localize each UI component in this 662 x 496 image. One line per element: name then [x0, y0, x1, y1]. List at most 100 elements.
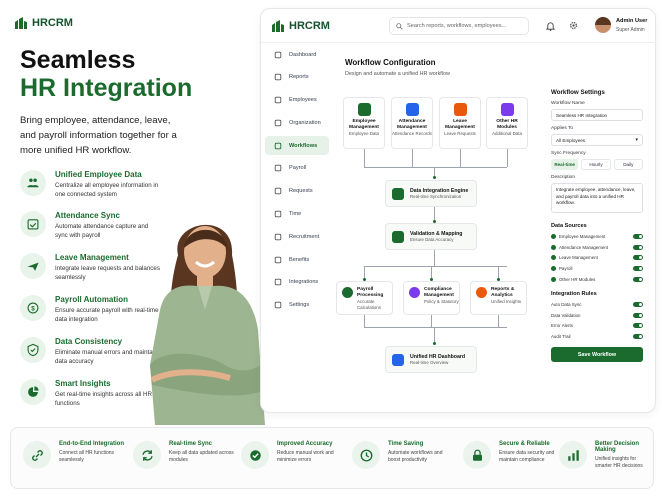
- user-name: Admin User: [616, 18, 648, 24]
- source-title: Attendance Management: [397, 119, 427, 130]
- output-card[interactable]: Compliance Management Policy & Statutory: [403, 281, 460, 315]
- feature-item: Data Consistency Eliminate manual errors …: [20, 337, 160, 366]
- toggle-switch[interactable]: [633, 312, 643, 318]
- shield-icon: [27, 343, 39, 357]
- data-source-row: Employee Management: [551, 231, 643, 242]
- output-sub: Unified Insights: [491, 299, 522, 304]
- monitor-icon: [392, 353, 404, 366]
- sync-icon: [141, 449, 153, 461]
- benefit-desc: Automate workflows and boost productivit…: [388, 450, 443, 463]
- output-sub: Accurate Calculations: [357, 299, 381, 310]
- workflow-settings-panel: Workflow Settings Workflow Name Seamless…: [551, 89, 643, 404]
- bar-chart-icon: [567, 449, 579, 461]
- hero-title: Seamless: [20, 46, 136, 74]
- feature-icon-wrap: $: [20, 295, 46, 321]
- rule-label: Audit Trail: [551, 334, 571, 340]
- applies-to-label: Applies To: [551, 126, 574, 131]
- source-card[interactable]: Leave Management Leave Requests: [439, 97, 481, 149]
- feature-item: Leave Management Integrate leave requests…: [20, 253, 160, 282]
- sync-option-hourly[interactable]: Hourly: [581, 159, 611, 170]
- user-role: Super Admin: [616, 27, 645, 33]
- feature-icon-wrap: [20, 211, 46, 237]
- data-source-row: Payroll: [551, 263, 643, 274]
- save-workflow-button[interactable]: Save Workflow: [551, 347, 643, 363]
- sync-option-real-time[interactable]: Real-time: [551, 159, 579, 170]
- rule-label: Data Validation: [551, 312, 581, 318]
- brand-name: HRCRM: [32, 17, 73, 29]
- output-sub: Policy & Statutory: [424, 299, 459, 304]
- source-sub: Leave Requests: [444, 131, 476, 136]
- workflow-name-label: Workflow Name: [551, 101, 585, 106]
- connector-line: [364, 266, 507, 267]
- sync-frequency-label: Sync Frequency: [551, 151, 586, 156]
- rule-label: Error Alerts: [551, 323, 573, 329]
- benefits-bar: End-to-End Integration Connect all HR fun…: [10, 427, 654, 489]
- smiling-woman-illustration: [150, 224, 266, 425]
- hero-title-accent: HR Integration: [20, 74, 193, 102]
- link-icon: [31, 449, 43, 461]
- engine-sub: Real-time Synchronization: [410, 193, 462, 199]
- rule-row: Error Alerts: [551, 321, 643, 332]
- feature-item: Attendance Sync Automate attendance captu…: [20, 211, 160, 240]
- connector-line: [434, 250, 435, 266]
- benefit-desc: Reduce manual work and minimize errors: [277, 450, 334, 463]
- source-title: Employee Management: [349, 119, 379, 130]
- benefit-title: Time Saving: [388, 441, 424, 447]
- feature-item: Unified Employee Data Centralize all empl…: [20, 170, 160, 199]
- sync-frequency-options: Real-time Hourly Daily: [551, 159, 643, 170]
- avatar[interactable]: [595, 17, 611, 33]
- feature-icon-wrap: [20, 253, 46, 279]
- description-input[interactable]: Integrate employee, attendance, leave, a…: [551, 183, 643, 213]
- source-card[interactable]: Employee Management Employee Data: [343, 97, 385, 149]
- dashboard-card[interactable]: Unified HR Dashboard Real-time Overview: [385, 346, 477, 373]
- gear-icon[interactable]: [569, 21, 578, 30]
- toggle-switch[interactable]: [633, 233, 643, 239]
- benefit-item: End-to-End Integration Connect all HR fun…: [23, 441, 125, 469]
- benefit-title: Secure & Reliable: [499, 441, 550, 447]
- benefit-title: End-to-End Integration: [59, 441, 124, 447]
- source-card[interactable]: Attendance Management Attendance Records: [391, 97, 433, 149]
- source-sub: Additional Data: [492, 131, 522, 136]
- data-sources-title: Data Sources: [551, 223, 587, 229]
- output-card[interactable]: Payroll Processing Accurate Calculations: [336, 281, 393, 315]
- calendar-check-icon: [27, 219, 39, 230]
- workflow-name-input[interactable]: Seamless HR Integration: [551, 109, 643, 121]
- check-icon: [551, 255, 556, 261]
- connector-line: [364, 327, 507, 328]
- hero-subtitle: Bring employee, attendance, leave, and p…: [20, 115, 177, 156]
- engine-card[interactable]: Data Integration Engine Real-time Synchro…: [385, 180, 477, 207]
- data-source-label: Payroll: [559, 266, 573, 272]
- dollar-icon: $: [27, 302, 39, 314]
- app-window: HRCRM Search reports, workflows, employe…: [260, 8, 657, 413]
- benefit-desc: Keep all data updated across modules: [169, 450, 234, 463]
- benefit-desc: Unified insights for smarter HR decision…: [595, 456, 643, 469]
- benefit-title: Better Decision Making: [595, 441, 640, 453]
- feature-item: $ Payroll Automation Ensure accurate payro…: [20, 295, 160, 324]
- lock-icon: [472, 449, 482, 461]
- connector-line: [364, 149, 365, 167]
- toggle-switch[interactable]: [633, 244, 643, 250]
- source-card[interactable]: Other HR Modules Additional Data: [486, 97, 528, 149]
- clock-icon: [360, 449, 372, 461]
- feature-item: Smart Insights Get real-time insights acr…: [20, 379, 160, 408]
- feature-icon-wrap: [20, 337, 46, 363]
- toggle-switch[interactable]: [633, 255, 643, 261]
- output-card[interactable]: Reports & Analytics Unified Insights: [470, 281, 527, 315]
- toggle-switch[interactable]: [633, 323, 643, 329]
- validation-card[interactable]: Validation & Mapping Ensure Data Accuracy: [385, 223, 477, 250]
- applies-to-select[interactable]: All Employees ▾: [551, 134, 643, 146]
- brand-logo: HRCRM: [14, 16, 73, 30]
- data-source-label: Employee Management: [559, 233, 606, 239]
- toggle-switch[interactable]: [633, 334, 643, 340]
- toggle-switch[interactable]: [633, 301, 643, 307]
- output-title: Payroll Processing: [357, 287, 384, 298]
- module-icon: [476, 287, 487, 298]
- feature-icon-wrap: [20, 170, 46, 196]
- rule-row: Auto Data Sync: [551, 299, 643, 310]
- sync-option-daily[interactable]: Daily: [613, 159, 643, 170]
- toggle-switch[interactable]: [633, 277, 643, 283]
- integration-rules-title: Integration Rules: [551, 290, 597, 297]
- integration-rules-list: Auto Data Sync Data Validation Error Alert…: [551, 299, 643, 342]
- plane-icon: [27, 262, 39, 271]
- toggle-switch[interactable]: [633, 266, 643, 272]
